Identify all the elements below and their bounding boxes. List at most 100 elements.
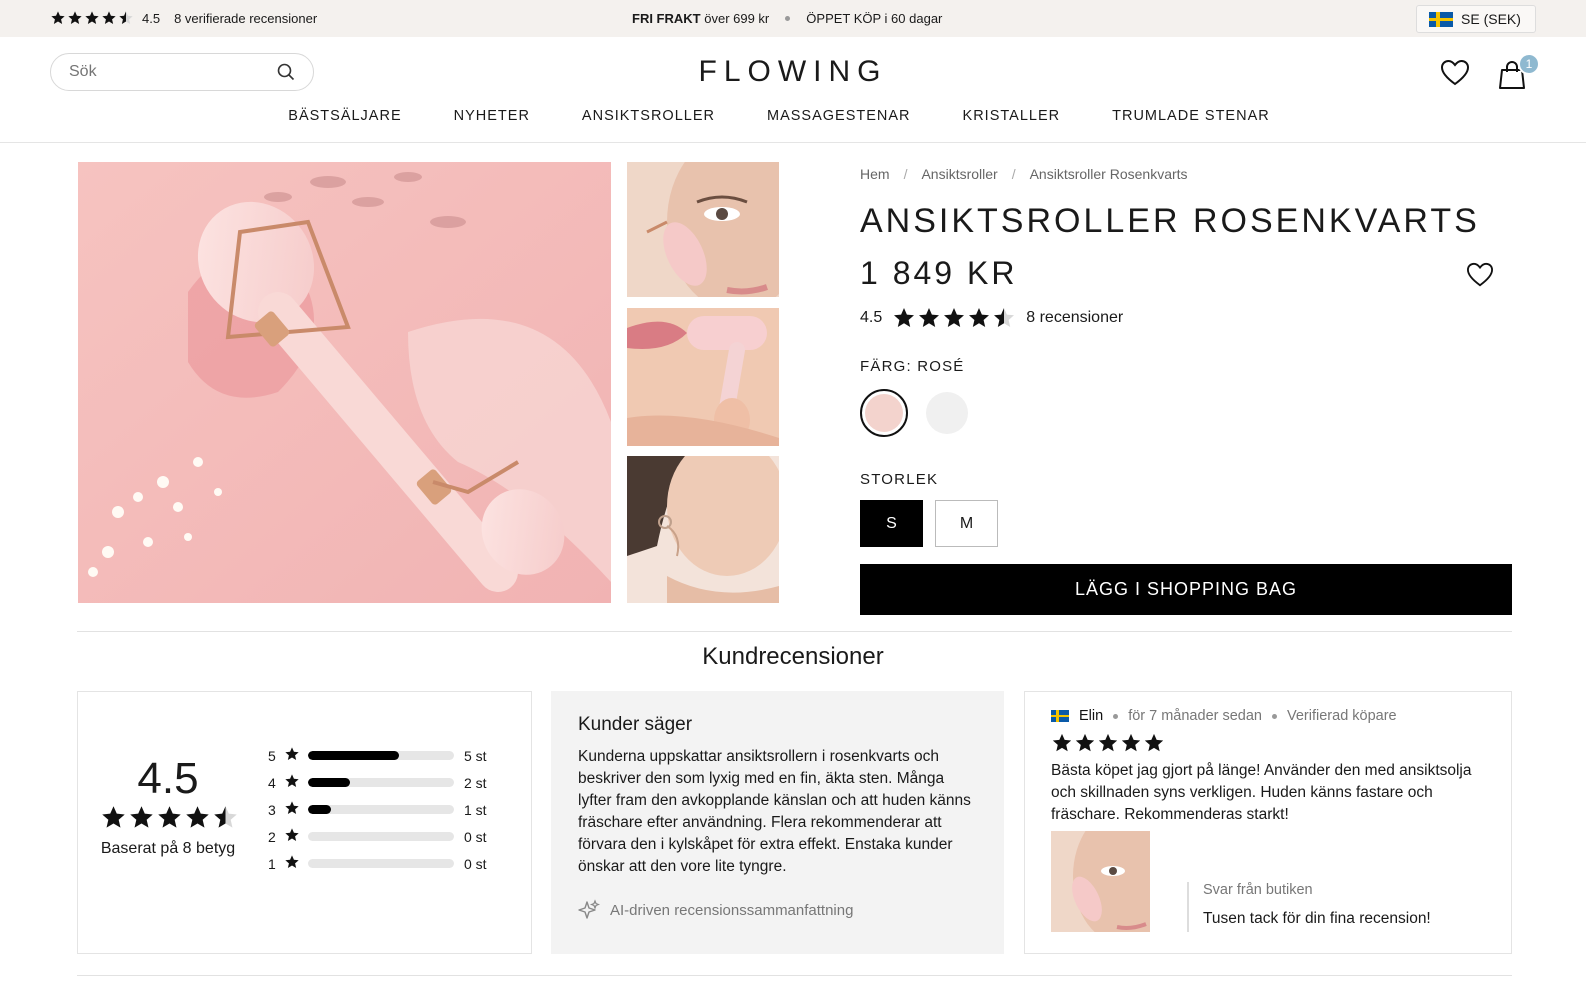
announcement-bar: 4.5 8 verifierade recensioner FRI FRAKT … xyxy=(0,0,1586,37)
rating-distribution-row[interactable]: 3 1 st xyxy=(268,796,487,823)
separator-dot xyxy=(1272,713,1277,719)
reviews-heading: Kundrecensioner xyxy=(702,643,884,670)
wishlist-heart-icon[interactable] xyxy=(1440,59,1470,87)
ai-summary-footer: AI-driven recensionssammanfattning xyxy=(578,899,853,921)
star-icon xyxy=(894,308,915,327)
nav-item-tumbled-stones[interactable]: TRUMLADE STENAR xyxy=(1112,108,1270,124)
rating-distribution-row[interactable]: 4 2 st xyxy=(268,769,487,796)
star-icon xyxy=(102,11,116,24)
color-swatch-white[interactable] xyxy=(926,392,968,434)
ai-summary-card: Kunder säger Kunderna uppskattar ansikts… xyxy=(551,691,1004,954)
free-shipping-text: FRI FRAKT över 699 kr xyxy=(632,11,770,26)
site-header: FLOWING 1 BÄSTSÄLJARE NYHETER ANSIKTSROL… xyxy=(0,37,1586,143)
add-to-bag-button[interactable]: LÄGG I SHOPPING BAG xyxy=(860,564,1512,615)
average-score: 4.5 xyxy=(137,754,199,803)
ai-summary-footer-text: AI-driven recensionssammanfattning xyxy=(610,901,854,919)
star-icon xyxy=(919,308,940,327)
sweden-flag-icon xyxy=(1051,710,1069,722)
star-icon xyxy=(214,806,237,828)
store-rating[interactable]: 4.5 8 verifierade recensioner xyxy=(50,10,317,26)
sweden-flag-icon xyxy=(1429,11,1453,27)
product-title: ANSIKTSROLLER ROSENKVARTS xyxy=(860,202,1480,240)
ai-summary-title: Kunder säger xyxy=(578,714,693,735)
star-icon xyxy=(158,806,181,828)
distribution-bar-fill xyxy=(308,751,400,760)
product-info: Hem / Ansiktsroller / Ansiktsroller Rose… xyxy=(860,162,1512,615)
breadcrumb-category[interactable]: Ansiktsroller xyxy=(921,166,997,182)
distribution-star-level: 3 xyxy=(268,801,276,818)
review-time: för 7 månader sedan xyxy=(1128,708,1262,724)
star-icon xyxy=(1075,733,1095,752)
locale-selector[interactable]: SE (SEK) xyxy=(1416,5,1536,33)
rating-summary-card: 4.5 Baserat på 8 betyg 5 5 st 4 2 st 3 1 st 2 0… xyxy=(77,691,532,954)
size-label: STORLEK xyxy=(860,471,939,488)
breadcrumb-home[interactable]: Hem xyxy=(860,166,890,182)
distribution-star-level: 2 xyxy=(268,828,276,845)
rating-distribution: 5 5 st 4 2 st 3 1 st 2 0 st 1 0 st xyxy=(268,742,487,877)
product-thumbnail-1[interactable] xyxy=(627,162,779,297)
separator-dot xyxy=(785,16,791,21)
product-thumbnail-2[interactable] xyxy=(627,308,779,446)
product-main-image[interactable] xyxy=(78,162,611,603)
distribution-bar-fill xyxy=(308,805,332,814)
rating-distribution-row[interactable]: 1 0 st xyxy=(268,850,487,877)
star-icon xyxy=(994,308,1015,327)
section-divider xyxy=(77,631,1512,632)
review-card: Elin för 7 månader sedan Verifierad köpa… xyxy=(1024,691,1512,954)
star-icon xyxy=(969,308,990,327)
review-photo[interactable] xyxy=(1051,831,1150,932)
star-icon xyxy=(1144,733,1164,752)
star-icon xyxy=(85,11,99,24)
distribution-bar xyxy=(308,832,454,841)
distribution-count: 0 st xyxy=(464,855,487,872)
store-reply: Svar från butiken Tusen tack för din fin… xyxy=(1187,882,1431,932)
star-icon xyxy=(1052,733,1072,752)
nav-item-news[interactable]: NYHETER xyxy=(454,108,530,124)
based-on-text: Baserat på 8 betyg xyxy=(100,840,236,857)
star-icon xyxy=(130,806,153,828)
distribution-star-level: 1 xyxy=(268,855,276,872)
nav-item-bestsellers[interactable]: BÄSTSÄLJARE xyxy=(288,108,401,124)
nav-item-face-rollers[interactable]: ANSIKTSROLLER xyxy=(582,108,715,124)
color-swatch-rose[interactable] xyxy=(860,389,908,437)
star-icon xyxy=(285,828,299,841)
star-icon xyxy=(68,11,82,24)
star-icon xyxy=(285,774,299,787)
store-rating-value: 4.5 xyxy=(142,10,161,26)
site-logo[interactable]: FLOWING xyxy=(0,55,1586,89)
nav-item-crystals[interactable]: KRISTALLER xyxy=(963,108,1061,124)
star-icon xyxy=(119,11,133,24)
size-option-m[interactable]: M xyxy=(935,500,998,547)
rating-distribution-row[interactable]: 5 5 st xyxy=(268,742,487,769)
star-icon xyxy=(285,855,299,868)
store-reply-text: Tusen tack för din fina recension! xyxy=(1203,910,1431,927)
breadcrumb-separator: / xyxy=(1011,166,1016,182)
verified-buyer-label: Verifierad köpare xyxy=(1287,708,1397,724)
star-icon xyxy=(1121,733,1141,752)
color-swatches xyxy=(860,389,1512,437)
size-option-s[interactable]: S xyxy=(860,500,923,547)
product-reviews-link[interactable]: 8 recensioner xyxy=(1026,309,1123,327)
distribution-bar xyxy=(308,805,454,814)
main-navigation: BÄSTSÄLJARE NYHETER ANSIKTSROLLER MASSAG… xyxy=(0,108,1586,124)
distribution-bar xyxy=(308,859,454,868)
color-label: FÄRG: ROSÉ xyxy=(860,358,965,375)
star-icon xyxy=(186,806,209,828)
star-icon xyxy=(944,308,965,327)
breadcrumb-separator: / xyxy=(903,166,908,182)
product-thumbnail-3[interactable] xyxy=(627,456,779,603)
distribution-star-level: 5 xyxy=(268,747,276,764)
product-price: 1 849 KR xyxy=(860,255,1018,291)
nav-item-massage-stones[interactable]: MASSAGESTENAR xyxy=(767,108,911,124)
star-icon xyxy=(285,801,299,814)
rating-distribution-row[interactable]: 2 0 st xyxy=(268,823,487,850)
average-score-stars xyxy=(100,804,239,831)
sparkle-icon xyxy=(578,899,600,919)
product-rating[interactable]: 4.5 8 recensioner xyxy=(860,306,1512,330)
review-text: Bästa köpet jag gjort på länge! Använder… xyxy=(1051,762,1472,823)
store-reply-label: Svar från butiken xyxy=(1203,882,1313,898)
cart-button[interactable]: 1 xyxy=(1496,53,1540,96)
cart-count-badge: 1 xyxy=(1518,53,1540,75)
product-rating-value: 4.5 xyxy=(860,309,883,326)
product-wishlist-heart-icon[interactable] xyxy=(1466,262,1494,288)
